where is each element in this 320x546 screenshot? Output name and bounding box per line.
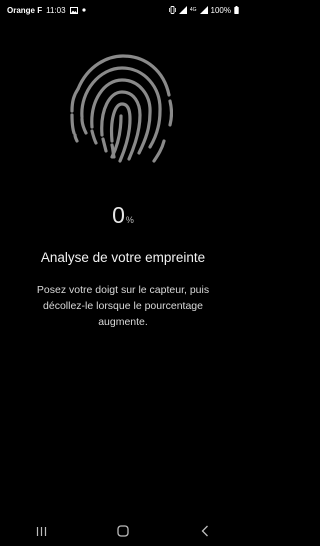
recent-apps-icon [36,526,46,536]
signal-icon [199,6,208,14]
back-button[interactable] [185,518,225,544]
progress-readout: 0% [0,204,246,227]
fingerprint-icon [70,54,173,163]
progress-unit: % [125,215,134,225]
page-title: Analyse de votre empreinte [40,250,206,265]
clock: 11:03 [46,5,66,15]
network-type: 4G [189,6,197,13]
home-icon [117,525,129,537]
battery-icon [234,6,239,14]
recent-apps-button[interactable] [21,518,61,544]
status-right: 4G 100% [169,6,239,15]
carrier-name: Orange F [7,5,43,15]
progress-value: 0 [112,202,125,228]
battery-percent: 100% [210,5,231,15]
dot-icon [81,8,86,12]
back-icon [201,525,208,537]
navigation-bar [0,516,246,546]
signal-icon [178,6,187,14]
status-bar: Orange F 11:03 4G 100% [0,0,246,20]
instructions-text: Posez votre doigt sur le capteur, puis d… [36,284,210,328]
gallery-icon [69,6,78,14]
vibrate-icon [169,6,176,14]
home-button[interactable] [103,518,143,544]
status-left: Orange F 11:03 [7,6,86,15]
